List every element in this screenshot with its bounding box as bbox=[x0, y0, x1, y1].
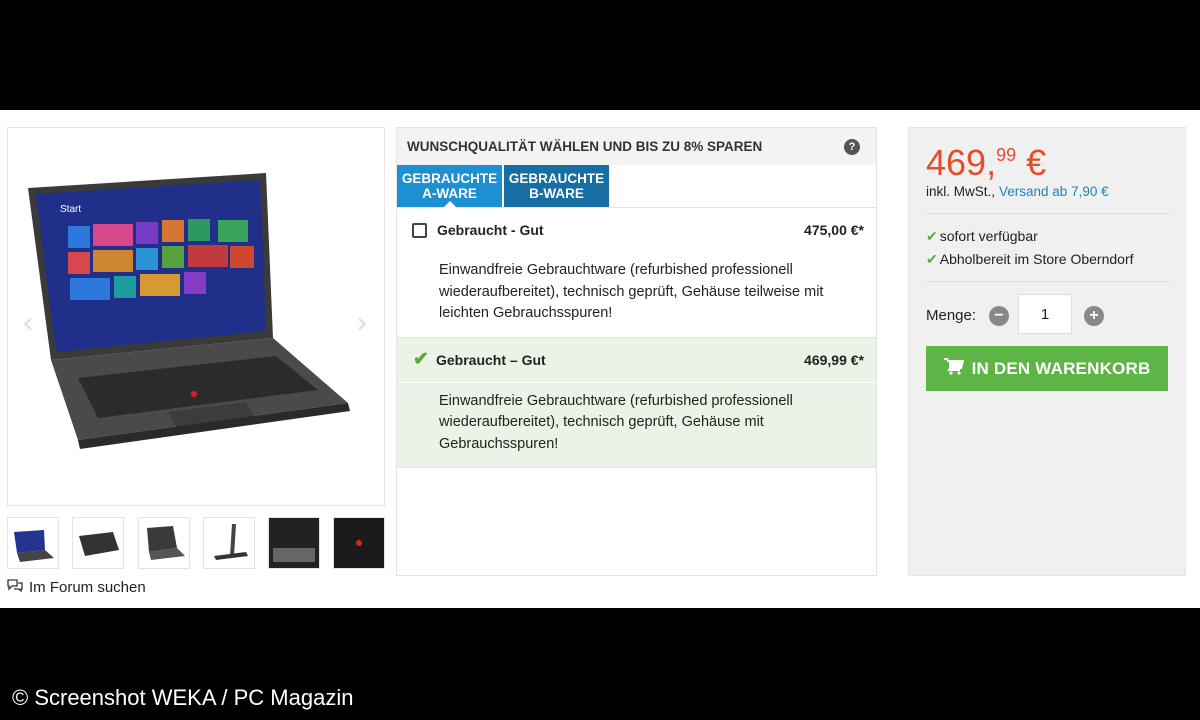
shipping-link[interactable]: Versand ab 7,90 € bbox=[999, 184, 1109, 199]
thumbnail[interactable] bbox=[203, 517, 255, 569]
tab-a-ware-line1: GEBRAUCHTE bbox=[401, 171, 498, 186]
price-cents: 99 bbox=[996, 145, 1017, 165]
product-page: Start ‹ › Im Forum suchen WUNSCHQUALITÄT… bbox=[0, 110, 1200, 608]
availability-item: ✔ sofort verfügbar bbox=[926, 228, 1038, 245]
option-description: Einwandfreie Gebrauchtware (refurbished … bbox=[439, 392, 793, 452]
option-name: Gebraucht - Gut bbox=[437, 222, 544, 238]
tab-b-ware-line2: B-WARE bbox=[529, 186, 584, 201]
option-selected-block: ✔ Gebraucht – Gut 469,99 €* Einwandfreie… bbox=[397, 337, 876, 467]
option-name: Gebraucht – Gut bbox=[436, 351, 546, 368]
thumbnail-strip bbox=[7, 517, 387, 571]
add-to-cart-button[interactable]: IN DEN WARENKORB bbox=[926, 346, 1168, 391]
option-row-2[interactable]: ✔ Gebraucht – Gut 469,99 €* bbox=[397, 338, 876, 382]
quality-header: WUNSCHQUALITÄT WÄHLEN UND BIS ZU 8% SPAR… bbox=[397, 128, 876, 165]
option-checkbox[interactable] bbox=[412, 222, 427, 238]
forum-search-label: Im Forum suchen bbox=[29, 578, 146, 596]
quality-selector: WUNSCHQUALITÄT WÄHLEN UND BIS ZU 8% SPAR… bbox=[396, 127, 877, 576]
price-box: 469,99 € inkl. MwSt., Versand ab 7,90 € ✔… bbox=[908, 127, 1186, 576]
laptop-image: Start bbox=[28, 173, 350, 449]
tab-a-ware[interactable]: GEBRAUCHTE A-WARE bbox=[397, 165, 502, 208]
next-image-arrow-icon[interactable]: › bbox=[356, 306, 368, 341]
vat-label: inkl. MwSt., bbox=[926, 184, 996, 199]
screen-start-text: Start bbox=[60, 204, 81, 215]
check-icon: ✔ bbox=[926, 228, 938, 244]
product-main-image[interactable]: Start ‹ › bbox=[7, 127, 385, 506]
price-main: 469, bbox=[926, 142, 997, 183]
option-description: Einwandfreie Gebrauchtware (refurbished … bbox=[439, 262, 824, 321]
cart-icon bbox=[943, 357, 964, 380]
quality-title: WUNSCHQUALITÄT WÄHLEN UND BIS ZU 8% SPAR… bbox=[407, 139, 763, 154]
check-icon: ✔ bbox=[413, 349, 429, 370]
price-currency: € bbox=[1016, 142, 1047, 183]
thumbnail[interactable] bbox=[7, 517, 59, 569]
thumbnail[interactable] bbox=[268, 517, 320, 569]
availability-text: sofort verfügbar bbox=[939, 228, 1038, 244]
availability-text: Abholbereit im Store Oberndorf bbox=[939, 251, 1134, 267]
check-icon: ✔ bbox=[926, 251, 938, 267]
availability-item: ✔ Abholbereit im Store Oberndorf bbox=[926, 251, 1134, 268]
option-price: 475,00 €* bbox=[804, 222, 864, 238]
option-price: 469,99 €* bbox=[804, 351, 864, 368]
quantity-label: Menge: bbox=[926, 307, 977, 324]
quantity-input[interactable]: 1 bbox=[1018, 294, 1072, 334]
forum-search-link[interactable]: Im Forum suchen bbox=[7, 578, 146, 596]
comments-icon bbox=[7, 578, 23, 596]
copyright-caption: © Screenshot WEKA / PC Magazin bbox=[12, 685, 354, 710]
thumbnail[interactable] bbox=[138, 517, 190, 569]
quantity-minus-button[interactable]: − bbox=[989, 306, 1009, 326]
vat-line: inkl. MwSt., Versand ab 7,90 € bbox=[926, 184, 1109, 199]
tab-b-ware-line1: GEBRAUCHTE bbox=[508, 171, 605, 186]
help-icon[interactable]: ? bbox=[844, 138, 860, 155]
quantity-plus-button[interactable]: + bbox=[1084, 306, 1104, 326]
thumbnail[interactable] bbox=[72, 517, 124, 569]
tab-b-ware[interactable]: GEBRAUCHTE B-WARE bbox=[504, 165, 609, 207]
add-to-cart-label: IN DEN WARENKORB bbox=[971, 358, 1151, 378]
active-tab-caret-icon bbox=[442, 201, 457, 208]
thumbnail[interactable] bbox=[333, 517, 385, 569]
tab-a-ware-line2: A-WARE bbox=[422, 186, 477, 201]
product-price: 469,99 € bbox=[926, 142, 1046, 184]
option-row-1[interactable]: Gebraucht - Gut 475,00 €* bbox=[397, 208, 876, 252]
quality-tabs: GEBRAUCHTE A-WARE GEBRAUCHTE B-WARE bbox=[397, 165, 876, 208]
prev-image-arrow-icon[interactable]: ‹ bbox=[22, 306, 34, 341]
